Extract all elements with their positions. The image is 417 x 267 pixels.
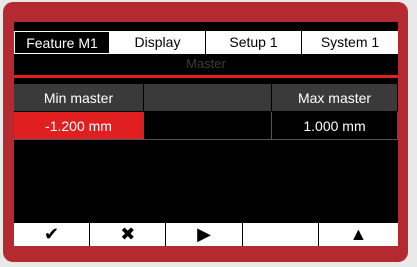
arrow-up-icon: ▲ <box>349 224 368 244</box>
header-min-master: Min master <box>14 84 144 112</box>
header-empty <box>144 84 272 112</box>
master-table: Min master Max master -1.200 mm 1.000 mm <box>14 84 398 140</box>
table-header-row: Min master Max master <box>14 84 398 112</box>
play-icon: ▶ <box>197 224 211 244</box>
confirm-button[interactable]: ✔ <box>14 223 90 246</box>
header-max-master: Max master <box>272 84 398 112</box>
table-row: -1.200 mm 1.000 mm <box>14 112 398 140</box>
min-master-value[interactable]: -1.200 mm <box>14 112 144 140</box>
tab-bar: Feature M1 Display Setup 1 System 1 <box>14 31 398 54</box>
close-icon: ✖ <box>120 224 136 244</box>
title-divider <box>14 75 398 78</box>
play-button[interactable]: ▶ <box>166 223 242 246</box>
device-frame: Feature M1 Display Setup 1 System 1 Mast… <box>0 0 417 267</box>
display-screen: Feature M1 Display Setup 1 System 1 Mast… <box>14 22 398 246</box>
empty-softkey[interactable] <box>242 223 318 246</box>
tab-setup[interactable]: Setup 1 <box>206 31 302 54</box>
page-title: Master <box>186 56 226 71</box>
tab-feature[interactable]: Feature M1 <box>14 31 110 54</box>
cancel-button[interactable]: ✖ <box>90 223 166 246</box>
tab-display[interactable]: Display <box>110 31 206 54</box>
up-button[interactable]: ▲ <box>318 223 398 246</box>
check-icon: ✔ <box>44 224 60 244</box>
empty-value[interactable] <box>144 112 272 140</box>
tab-system[interactable]: System 1 <box>302 31 398 54</box>
softkey-bar: ✔ ✖ ▶ ▲ <box>14 223 398 246</box>
max-master-value[interactable]: 1.000 mm <box>272 112 398 140</box>
